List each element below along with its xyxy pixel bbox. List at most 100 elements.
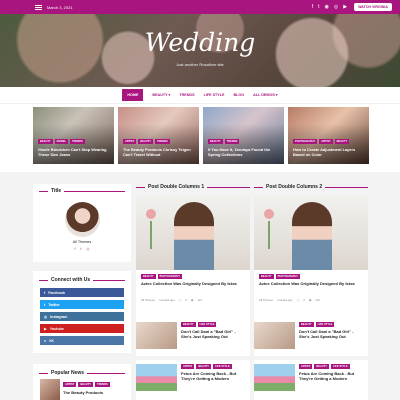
author-name[interactable]: All Themes (33, 240, 131, 244)
category-tag[interactable]: BEAUTY (78, 382, 94, 387)
category-tag[interactable]: ARTIST (299, 364, 313, 369)
category-tags: BEAUTY LIFE STYLE (299, 322, 363, 327)
nav-item-blog[interactable]: BLOG (233, 93, 244, 97)
category-tag[interactable]: LIFE STYLE (197, 322, 217, 327)
menu-icon[interactable] (35, 4, 42, 10)
twitter-button[interactable]: t Twitter (40, 300, 124, 309)
category-tag[interactable]: LIFE STYLE (213, 364, 232, 369)
post-time: 4 weeks ago (276, 298, 293, 302)
category-tag[interactable]: PHOTOGRAPHY (157, 274, 182, 279)
vk-button[interactable]: v VK (40, 336, 124, 345)
category-tag[interactable]: TRENDS (70, 139, 85, 144)
author-socials: f t ◎ (33, 247, 131, 251)
post-title[interactable]: Aztec Collection Was Originally Designed… (259, 281, 363, 286)
category-tag[interactable]: BEAUTY (299, 322, 314, 327)
main-post-card[interactable]: BEAUTY PHOTOGRAPHY Aztec Collection Was … (254, 195, 368, 322)
views-icon: ◉ (190, 298, 194, 302)
category-tags: BEAUTY PHOTOGRAPHY (259, 274, 300, 279)
youtube-button[interactable]: ▶ Youtube (40, 324, 124, 333)
facebook-button[interactable]: f Facebook (40, 288, 124, 297)
post-title[interactable]: Fetus Are Coming Back - But They're Gett… (181, 371, 245, 381)
watch-button[interactable]: WATCH VIRGINIA (354, 3, 392, 11)
post-title[interactable]: Don't Call Dani a "Bad Girl" - She's Jus… (299, 329, 363, 339)
category-tag[interactable]: BEAUTY (38, 139, 53, 144)
category-tag[interactable]: BEAUTY (196, 364, 212, 369)
site-logo[interactable]: Wedding (0, 28, 400, 57)
category-tag[interactable]: LIFE STYLE (331, 364, 350, 369)
main-post-card[interactable]: BEAUTY PHOTOGRAPHY Aztec Collection Was … (136, 195, 250, 322)
header-banner: Wedding Just another Rosafiore site (0, 14, 400, 87)
category-tag[interactable]: PHOTOGRAPHY (275, 274, 300, 279)
popular-title[interactable]: The Beauty Products (63, 390, 103, 395)
small-post[interactable]: BEAUTY LIFE STYLE Don't Call Dani a "Bad… (254, 318, 368, 356)
category-tag[interactable]: LIFE STYLE (315, 322, 335, 327)
category-tag[interactable]: TRENDS (224, 139, 240, 144)
featured-title[interactable]: Gisele Bündchen Can't Stop Wearing These… (38, 147, 110, 157)
category-tag[interactable]: BEAUTY (314, 364, 330, 369)
avatar[interactable] (64, 202, 100, 237)
instagram-icon[interactable]: ◎ (86, 247, 89, 251)
instagram-icon[interactable]: ◎ (334, 4, 338, 10)
category-tag[interactable]: ARTIST (319, 139, 333, 144)
category-tag[interactable]: ARTIST (63, 382, 77, 387)
popular-news-widget: Popular News ARTIST BEAUTY TRENDS The Be… (33, 364, 131, 400)
category-tag[interactable]: BEAUTY (138, 139, 154, 144)
post-title[interactable]: Fetus Are Coming Back - But They're Gett… (299, 371, 363, 381)
dribbble-icon[interactable]: ◉ (325, 4, 329, 10)
nav-item-beauty[interactable]: BEAUTY ▾ (152, 93, 170, 97)
comment-icon: ▢ (296, 298, 300, 302)
top-bar: March 3, 2021 f t ◉ ◎ ▶ WATCH VIRGINIA (0, 0, 400, 14)
post-title[interactable]: Aztec Collection Was Originally Designed… (141, 281, 245, 286)
category-tag[interactable]: ARTIST (181, 364, 195, 369)
category-tags: ARTIST BEAUTY TRENDS (63, 382, 110, 387)
youtube-icon[interactable]: ▶ (343, 4, 347, 10)
main-nav: HOME BEAUTY ▾ TRENDS LIFE STYLE BLOG ALL… (0, 87, 400, 104)
nav-item-all-demos[interactable]: ALL DEMOS ▾ (253, 93, 278, 97)
post-title[interactable]: Don't Call Dani a "Bad Girl" - She's Jus… (181, 329, 245, 339)
featured-title[interactable]: If You Have It, Zendaya Found the Spring… (208, 147, 280, 157)
column-title: Post Double Columns 1 (136, 184, 250, 190)
featured-title[interactable]: The Beauty Products Chrissy Teigen Can't… (123, 147, 195, 157)
category-tags: BEAUTY PHOTOGRAPHY (141, 274, 182, 279)
small-post-thumb (254, 322, 295, 349)
small-post[interactable]: ARTIST BEAUTY LIFE STYLE Fetus Are Comin… (136, 360, 250, 400)
facebook-icon[interactable]: f (74, 247, 75, 251)
nav-item-life-style[interactable]: LIFE STYLE (204, 93, 225, 97)
post-author[interactable]: All Themes (259, 298, 273, 302)
category-tag[interactable]: BEAUTY (259, 274, 274, 279)
facebook-icon: f (44, 290, 46, 295)
small-post[interactable]: BEAUTY LIFE STYLE Don't Call Dani a "Bad… (136, 318, 250, 356)
category-tag[interactable]: MODEL (54, 139, 69, 144)
category-tag[interactable]: TRENDS (155, 139, 170, 144)
twitter-icon[interactable]: t (80, 247, 81, 251)
nav-item-trends[interactable]: TRENDS (179, 93, 194, 97)
instagram-icon: ◎ (44, 314, 48, 319)
category-tag[interactable]: TRENDS (95, 382, 110, 387)
small-post[interactable]: ARTIST BEAUTY LIFE STYLE Fetus Are Comin… (254, 360, 368, 400)
post-author[interactable]: All Themes (141, 298, 155, 302)
facebook-icon[interactable]: f (312, 4, 313, 10)
category-tag[interactable]: BEAUTY (208, 139, 223, 144)
featured-title[interactable]: How to Create Adjustment Layers Based on… (293, 147, 365, 157)
category-tags: BEAUTY TRENDS (208, 139, 240, 144)
category-tag[interactable]: ARTIST (123, 139, 137, 144)
category-tags: ARTIST BEAUTY TRENDS (123, 139, 170, 144)
featured-post[interactable]: BEAUTY TRENDS If You Have It, Zendaya Fo… (203, 107, 284, 164)
category-tag[interactable]: BEAUTY (141, 274, 156, 279)
instagram-button[interactable]: ◎ Instagram (40, 312, 124, 321)
twitter-icon: t (44, 302, 46, 307)
views-icon: ◉ (308, 298, 312, 302)
twitter-icon[interactable]: t (318, 4, 319, 10)
popular-thumb[interactable] (40, 379, 60, 400)
small-post-thumb (254, 364, 295, 391)
category-tag[interactable]: BEAUTY (334, 139, 350, 144)
category-tag[interactable]: BEAUTY (181, 322, 196, 327)
nav-item-home[interactable]: HOME (122, 89, 144, 101)
featured-post[interactable]: PHOTOGRAPHY ARTIST BEAUTY How to Create … (288, 107, 369, 164)
featured-post[interactable]: ARTIST BEAUTY TRENDS The Beauty Products… (118, 107, 199, 164)
small-post-thumb (136, 322, 177, 349)
category-tag[interactable]: PHOTOGRAPHY (293, 139, 318, 144)
post-column-2: Post Double Columns 2 BEAUTY PHOTOGRAPHY… (254, 184, 368, 400)
post-time: 4 weeks ago (158, 298, 175, 302)
featured-post[interactable]: BEAUTY MODEL TRENDS Gisele Bündchen Can'… (33, 107, 114, 164)
